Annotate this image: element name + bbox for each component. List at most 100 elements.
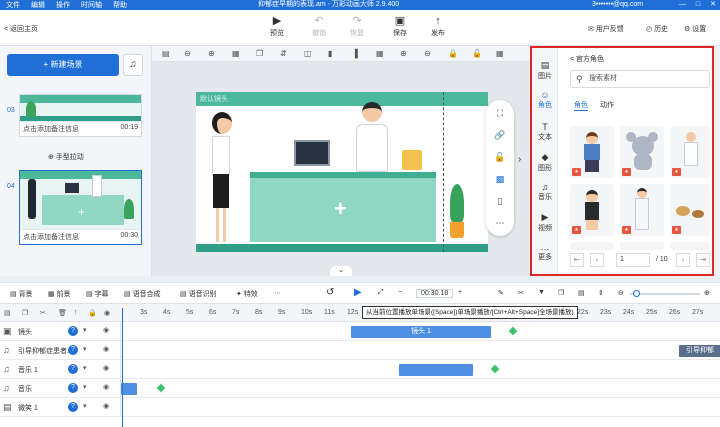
category-character[interactable]: ☺ 角色 — [532, 90, 558, 110]
filter-icon[interactable]: ▼ — [538, 289, 545, 296]
category-music[interactable]: ♫ 音乐 — [532, 182, 558, 202]
lock-icon[interactable]: 🔒 — [448, 49, 458, 58]
chevron-down-icon[interactable]: ▾ — [83, 383, 87, 391]
track-row[interactable]: ♫ 引导抑郁症患者... ? ▾ ◉ 引导抑郁 — [0, 341, 720, 360]
redo-button[interactable]: ↷ 恢复 — [342, 14, 372, 38]
flip-icon[interactable]: ⇵ — [280, 49, 287, 58]
chevron-down-icon[interactable]: ▾ — [83, 364, 87, 372]
scene-caption[interactable]: 点击添加备注信息 — [23, 232, 79, 242]
more-icon[interactable]: ⋯ — [274, 289, 281, 297]
track-lane[interactable] — [120, 360, 720, 379]
doctor-character[interactable] — [354, 102, 390, 178]
track-row[interactable]: ♫ 音乐 1 ? ▾ ◉ — [0, 360, 720, 379]
category-image[interactable]: ▤ 图片 — [532, 60, 558, 81]
maximize-icon[interactable]: □ — [696, 0, 700, 10]
lock-icon[interactable]: 🔒 — [88, 309, 97, 317]
zoom-out-icon[interactable]: ⊖ — [618, 289, 624, 297]
layer-icon[interactable]: ▦ — [232, 49, 240, 58]
eye-icon[interactable]: ◉ — [103, 326, 109, 334]
align-icon[interactable]: ▤ — [162, 49, 170, 58]
preview-button[interactable]: ▶ 预览 — [262, 14, 292, 38]
effects-button[interactable]: ✦ 特效 — [236, 289, 258, 299]
help-icon[interactable]: ? — [68, 364, 78, 374]
track-lane[interactable]: 引导抑郁 — [120, 341, 720, 360]
paste-track-icon[interactable]: ❐ — [22, 309, 28, 317]
track-row[interactable]: ♫ 音乐 ? ▾ ◉ — [0, 379, 720, 398]
character-tile[interactable] — [570, 242, 614, 250]
music-note-icon[interactable]: ♫ — [123, 54, 143, 76]
screenshot-icon[interactable]: ⛶ — [486, 108, 514, 119]
unlock-icon[interactable]: 🔓 — [472, 49, 482, 58]
settings-button[interactable]: ⚙ 设置 — [684, 24, 706, 34]
transition-label[interactable]: ⊕ 手型拉动 — [48, 152, 84, 162]
rewind-icon[interactable]: ↺ — [326, 287, 334, 298]
zoom-in-icon[interactable]: ⊕ — [208, 49, 215, 58]
image-icon[interactable]: ▤ — [578, 289, 585, 297]
align-center-icon[interactable]: ▦ — [376, 49, 384, 58]
chevron-down-icon[interactable]: ▾ — [83, 402, 87, 410]
track-row[interactable]: ▤ 微笑 1 ? ▾ ◉ — [0, 398, 720, 417]
paste-icon[interactable]: ❐ — [558, 289, 564, 297]
first-page-icon[interactable]: ⇤ — [570, 253, 584, 267]
character-tile[interactable]: ★ — [570, 184, 614, 236]
edit-icon[interactable]: ✎ — [498, 289, 504, 297]
zoom-in-icon[interactable]: ⊕ — [704, 289, 710, 297]
keyframe-diamond[interactable] — [507, 325, 519, 337]
back-home-button[interactable]: < 返回主页 — [4, 24, 38, 34]
chevron-down-icon[interactable]: ⌄ — [330, 266, 352, 276]
scene-card-04[interactable]: 04 + 点击添加备注信息 00:30 — [7, 170, 142, 245]
eye-icon[interactable]: ◉ — [103, 383, 109, 391]
track-lane[interactable] — [120, 379, 720, 398]
help-icon[interactable]: ? — [68, 402, 78, 412]
time-plus-icon[interactable]: + — [458, 289, 462, 296]
playhead[interactable] — [122, 308, 123, 427]
link-icon[interactable]: 🔗 — [486, 130, 514, 141]
page-input[interactable]: 1 — [616, 253, 650, 267]
time-minus-icon[interactable]: − — [398, 289, 402, 296]
phone-icon[interactable]: ▯ — [486, 196, 514, 207]
grid-icon[interactable]: ▦ — [496, 49, 504, 58]
woman-character[interactable] — [206, 112, 236, 252]
chevron-down-icon[interactable]: ▾ — [83, 326, 87, 334]
right-scrollbar[interactable] — [714, 46, 720, 276]
rate-icon[interactable]: ⤢ — [378, 289, 384, 297]
screen-icon[interactable]: ▩ — [486, 174, 514, 185]
group-icon[interactable]: ◫ — [304, 49, 312, 58]
category-video[interactable]: ▶ 视频 — [532, 212, 558, 233]
character-tile[interactable] — [670, 242, 710, 250]
close-icon[interactable]: ✕ — [710, 0, 716, 10]
menu-file[interactable]: 文件 — [6, 0, 20, 10]
tab-action[interactable]: 动作 — [600, 100, 614, 111]
user-account[interactable]: 3•••••••@qq.com — [592, 0, 643, 10]
scene-caption[interactable]: 点击添加备注信息 — [23, 124, 79, 134]
menu-edit[interactable]: 编辑 — [31, 0, 45, 10]
prev-page-icon[interactable]: ‹ — [590, 253, 604, 267]
help-icon[interactable]: ? — [68, 383, 78, 393]
delete-track-icon[interactable]: 🗑 — [58, 309, 67, 317]
zoom-slider-handle[interactable] — [633, 290, 640, 297]
next-page-icon[interactable]: › — [676, 253, 690, 267]
up-icon[interactable]: ↑ — [74, 309, 78, 316]
chevron-down-icon[interactable]: ▾ — [83, 345, 87, 353]
current-time-field[interactable]: 00:30.18 — [416, 289, 454, 298]
audio-block[interactable] — [121, 383, 137, 395]
tab-character[interactable]: 角色 — [574, 100, 588, 111]
cut-icon[interactable]: ✂ — [518, 289, 524, 297]
cut-track-icon[interactable]: ✂ — [40, 309, 46, 317]
category-text[interactable]: T 文本 — [532, 122, 558, 142]
character-tile[interactable] — [620, 242, 664, 250]
track-lane[interactable] — [120, 398, 720, 417]
chevron-right-icon[interactable]: › — [518, 154, 521, 165]
more-icon[interactable]: ⋯ — [486, 218, 514, 229]
eye-icon[interactable]: ◉ — [104, 309, 110, 317]
speech-recognition-button[interactable]: ▤ 语音识别 — [180, 289, 217, 299]
character-tile[interactable]: ★ — [670, 184, 710, 236]
keyframe-diamond[interactable] — [155, 382, 167, 394]
help-icon[interactable]: ? — [68, 326, 78, 336]
zoom-out-icon[interactable]: ⊖ — [184, 49, 191, 58]
foreground-button[interactable]: ▦ 前景 — [48, 289, 71, 299]
subtitle-button[interactable]: ▤ 字幕 — [86, 289, 109, 299]
new-scene-button[interactable]: + 新建场景 — [7, 54, 119, 76]
undo-button[interactable]: ↶ 撤销 — [304, 14, 334, 38]
feedback-button[interactable]: ✉ 用户反馈 — [588, 24, 624, 34]
